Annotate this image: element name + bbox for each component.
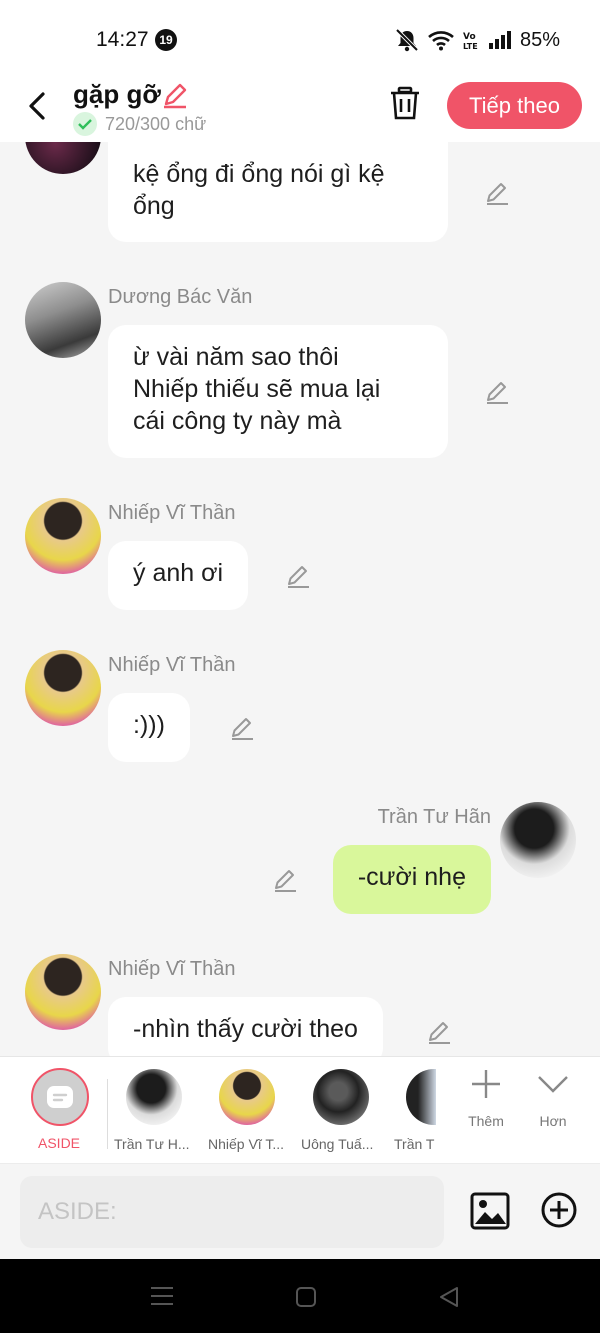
aside-selector[interactable] — [31, 1068, 89, 1126]
signal-icon — [488, 31, 511, 49]
character-avatar[interactable] — [406, 1069, 436, 1125]
bell-off-icon — [395, 28, 419, 52]
char-count-row: 720/300 chữ — [73, 112, 206, 136]
home-icon[interactable] — [295, 1286, 317, 1308]
edit-message-icon[interactable] — [272, 867, 298, 893]
character-avatar[interactable] — [126, 1069, 182, 1125]
status-time: 14:27 — [96, 28, 149, 51]
avatar[interactable] — [500, 802, 576, 878]
avatar[interactable] — [25, 498, 101, 574]
volte-icon: VoLTE — [463, 32, 478, 51]
edit-message-icon[interactable] — [426, 1019, 452, 1045]
character-selector: ASIDE Trần Tư H... Nhiếp Vĩ T... Uông Tu… — [0, 1056, 600, 1164]
edit-message-icon[interactable] — [285, 563, 311, 589]
back-arrow-icon[interactable] — [24, 90, 52, 122]
character-avatar[interactable] — [313, 1069, 369, 1125]
add-circle-icon[interactable] — [540, 1191, 578, 1229]
message-bubble[interactable]: -cười nhẹ — [332, 845, 491, 914]
avatar[interactable] — [25, 142, 101, 174]
character-avatar[interactable] — [219, 1069, 275, 1125]
character-label[interactable]: Uông Tuấ... — [301, 1136, 373, 1152]
sender-name: Nhiếp Vĩ Thần — [108, 654, 236, 676]
divider — [107, 1079, 108, 1149]
sender-name: Trần Tư Hãn — [377, 806, 491, 828]
battery-level: 85% — [519, 28, 560, 51]
character-label[interactable]: Trần Tư H... — [114, 1136, 190, 1152]
aside-label: ASIDE — [38, 1135, 81, 1151]
edit-message-icon[interactable] — [484, 180, 510, 206]
sender-name: Dương Bác Văn — [108, 286, 253, 308]
message-icon — [47, 1086, 73, 1108]
edit-message-icon[interactable] — [229, 715, 255, 741]
add-label: Thêm — [468, 1113, 504, 1129]
message-input[interactable] — [20, 1176, 444, 1248]
sender-name: Nhiếp Vĩ Thần — [108, 958, 236, 980]
back-triangle-icon[interactable] — [438, 1286, 460, 1308]
status-icons: Vo LTE 85% — [394, 28, 560, 52]
message-bubble[interactable]: ý anh ơi — [108, 541, 249, 610]
system-nav-bar — [0, 1259, 600, 1333]
check-icon — [73, 112, 97, 136]
message-bubble[interactable]: kệ ổng đi ổng nói gì kệ ổng — [108, 142, 448, 242]
edit-message-icon[interactable] — [484, 379, 510, 405]
image-icon[interactable] — [469, 1191, 511, 1231]
more-label: Hơn — [539, 1113, 567, 1129]
message-bubble[interactable]: -nhìn thấy cười theo — [108, 997, 383, 1056]
message-bubble[interactable]: ừ vài năm sao thôi Nhiếp thiếu sẽ mua lạ… — [108, 325, 448, 458]
status-bar: 14:27 19 Vo LTE 85% — [0, 0, 600, 76]
notification-badge: 19 — [155, 29, 177, 51]
character-label[interactable]: Nhiếp Vĩ T... — [208, 1136, 284, 1152]
sender-name: Nhiếp Vĩ Thần — [108, 502, 236, 524]
svg-text:Vo: Vo — [463, 32, 476, 42]
message-bubble[interactable]: :))) — [108, 693, 190, 762]
chevron-down-icon — [538, 1076, 568, 1093]
avatar[interactable] — [25, 650, 101, 726]
menu-icon[interactable] — [150, 1286, 174, 1306]
header: gặp gỡ 720/300 chữ Tiếp theo — [0, 76, 600, 142]
char-count: 720/300 chữ — [105, 113, 207, 134]
avatar[interactable] — [25, 954, 101, 1030]
wifi-icon — [428, 31, 454, 51]
input-bar — [0, 1165, 600, 1259]
svg-text:LTE: LTE — [463, 42, 478, 51]
add-character-button[interactable]: Thêm — [456, 1067, 516, 1129]
more-button[interactable]: Hơn — [523, 1067, 583, 1129]
trash-icon[interactable] — [388, 86, 422, 122]
next-button[interactable]: Tiếp theo — [447, 82, 582, 129]
plus-icon — [472, 1070, 500, 1098]
edit-title-icon[interactable] — [160, 80, 190, 110]
story-title: gặp gỡ — [73, 79, 161, 109]
avatar[interactable] — [25, 282, 101, 358]
character-label[interactable]: Trần T — [394, 1136, 436, 1152]
chat-area[interactable]: kệ ổng đi ổng nói gì kệ ổng Dương Bác Vă… — [0, 142, 600, 1056]
